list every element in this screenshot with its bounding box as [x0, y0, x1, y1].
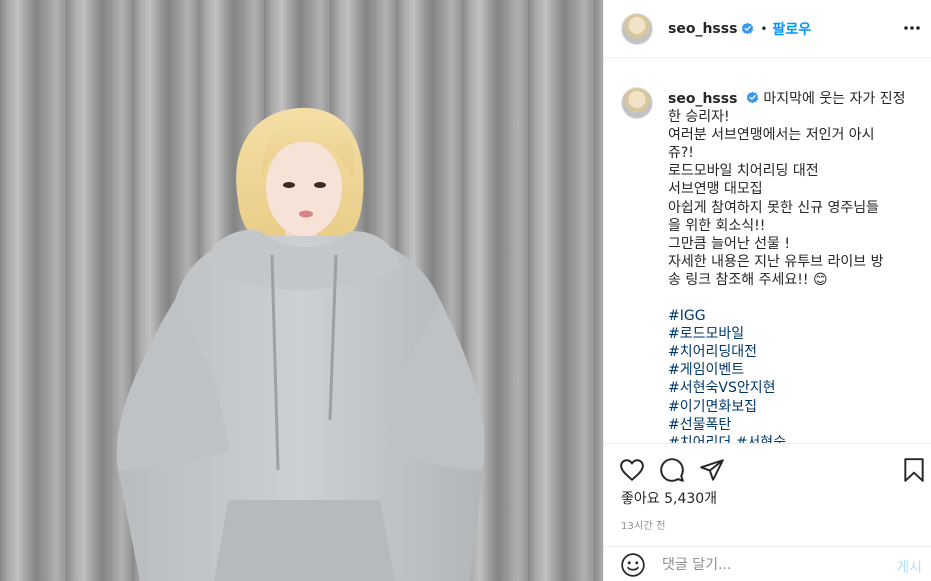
photo-illustration	[0, 0, 603, 581]
caption-line: 송 링크 참조해 주세요!! 😊	[668, 271, 828, 288]
caption-text: seo_hsss 마지막에 웃는 자가 진정 한 승리자! 여러분 서브연맹에서…	[668, 90, 916, 443]
caption-line: 을 위한 회소식!!	[668, 217, 766, 234]
caption-line: 로드모바일 치어리딩 대전	[668, 163, 819, 180]
author-username[interactable]: seo_hsss	[668, 21, 737, 37]
caption-first-line: seo_hsss 마지막에 웃는 자가 진정	[668, 90, 916, 108]
caption-line: 아쉽게 참여하지 못한 신규 영주님들	[668, 199, 879, 216]
comment-bar: 게시	[604, 546, 931, 581]
hashtag-link[interactable]: #서현숙VS안지현	[668, 379, 916, 397]
caption-line: 마지막에 웃는 자가 진정	[763, 91, 906, 107]
hashtag-link[interactable]: #치어리더 #서현숙	[668, 434, 916, 443]
caption-line: 쥬?!	[668, 145, 694, 162]
heart-icon[interactable]	[619, 457, 645, 483]
caption-line: 그만큼 늘어난 선물 !	[668, 235, 791, 252]
hashtag-link[interactable]: #게임이벤트	[668, 361, 916, 379]
post-header: seo_hsss • 팔로우	[604, 0, 931, 58]
hashtag-link[interactable]: #선물폭탄	[668, 416, 916, 434]
post-side-panel: seo_hsss • 팔로우 seo_hsss 마지막에 웃는 자가 진정 한 …	[603, 0, 931, 581]
comment-input[interactable]	[662, 556, 882, 573]
smiley-icon[interactable]	[620, 552, 646, 578]
instagram-post: seo_hsss • 팔로우 seo_hsss 마지막에 웃는 자가 진정 한 …	[0, 0, 931, 581]
caption-author-avatar[interactable]	[621, 87, 653, 119]
caption-scroll-area[interactable]: seo_hsss 마지막에 웃는 자가 진정 한 승리자! 여러분 서브연맹에서…	[604, 77, 931, 443]
bookmark-icon[interactable]	[901, 457, 927, 483]
post-comment-button[interactable]: 게시	[896, 557, 922, 577]
verified-badge-icon	[746, 91, 759, 104]
post-timestamp[interactable]: 13시간 전	[621, 517, 666, 532]
hashtag-link[interactable]: #치어리딩대전	[668, 343, 916, 361]
comment-bubble-icon[interactable]	[659, 457, 685, 483]
more-options-icon[interactable]	[902, 18, 922, 38]
hashtag-link[interactable]: #IGG	[668, 307, 916, 325]
hashtag-link[interactable]: #로드모바일	[668, 325, 916, 343]
caption-line: 서브연맹 대모집	[668, 181, 763, 198]
author-avatar[interactable]	[621, 12, 653, 45]
verified-badge-icon	[742, 22, 754, 35]
hashtag-link[interactable]: #이기면화보집	[668, 398, 916, 416]
caption-line: 한 승리자!	[668, 109, 730, 126]
post-actions: 좋아요 5,430개 13시간 전 게시	[604, 443, 931, 581]
like-count[interactable]: 좋아요 5,430개	[621, 488, 717, 508]
caption-line: 여러분 서브연맹에서는 저인거 아시	[668, 127, 875, 144]
caption-line: 자세한 내용은 지난 유투브 라이브 방	[668, 253, 884, 270]
header-separator: •	[760, 21, 768, 36]
post-photo[interactable]	[0, 0, 603, 581]
follow-button[interactable]: 팔로우	[773, 19, 812, 39]
paper-plane-icon[interactable]	[699, 457, 725, 483]
caption-username[interactable]: seo_hsss	[668, 91, 737, 107]
